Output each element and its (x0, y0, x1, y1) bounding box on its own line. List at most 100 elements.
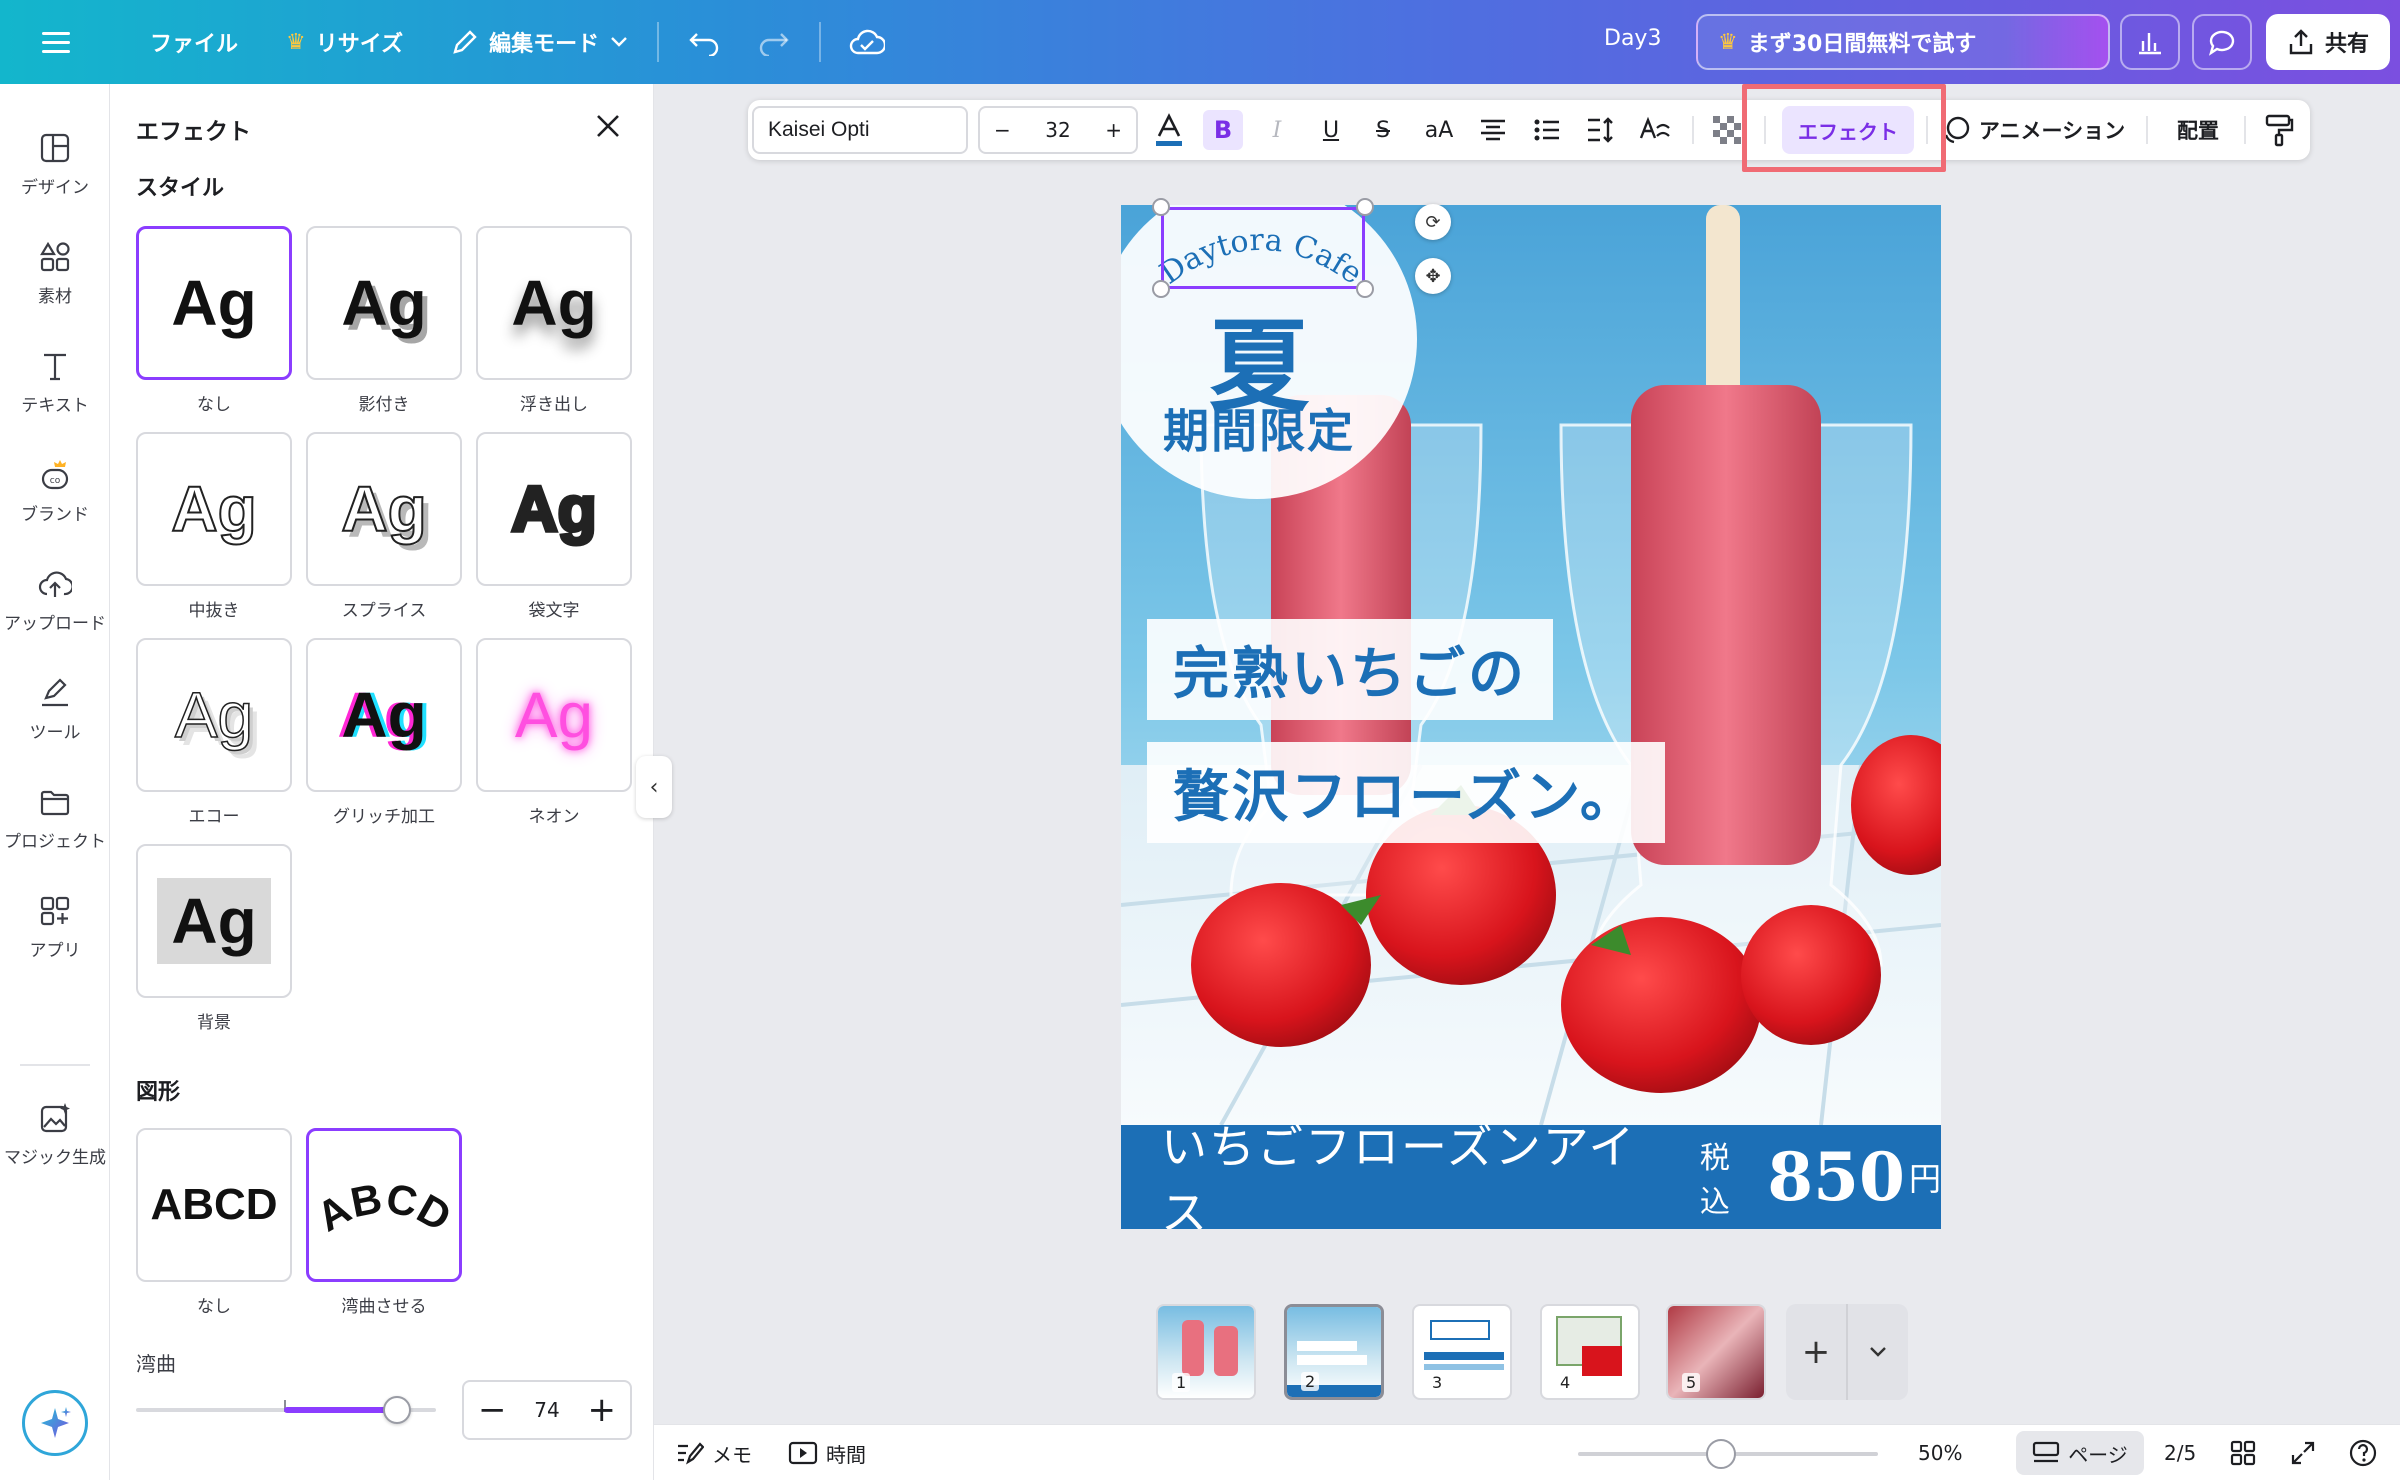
text-icon (44, 353, 66, 380)
price-banner[interactable]: いちごフローズンアイス 税込 850 円 (1121, 1120, 1941, 1229)
upload-share-icon (2289, 29, 2313, 55)
add-page-options-button[interactable] (1846, 1304, 1908, 1400)
style-tile-neon[interactable]: Ag (476, 638, 632, 792)
style-tile-splice[interactable]: Ag (306, 432, 462, 586)
style-tile-shadow[interactable]: Ag (306, 226, 462, 380)
page-view-button[interactable]: ページ (2016, 1431, 2144, 1475)
rail-item-tools[interactable]: ツール (0, 659, 110, 759)
rail-item-magic-media[interactable]: マジック生成 (0, 1084, 110, 1184)
style-tile-outline[interactable]: Ag (476, 432, 632, 586)
insights-button[interactable] (2120, 14, 2180, 70)
position-button[interactable]: 配置 (2156, 100, 2240, 160)
rail-item-design[interactable]: デザイン (0, 114, 110, 214)
align-center-icon (1481, 119, 1505, 141)
rail-label: ツール (29, 722, 81, 743)
menu-button[interactable] (30, 14, 84, 70)
effects-panel: エフェクト スタイル Ag なし Ag 影付き Ag 浮き出し Ag 中抜き A… (110, 84, 654, 1480)
font-size-value[interactable]: 32 (1045, 118, 1070, 142)
thumbnail-graphic (1297, 1341, 1357, 1351)
copy-style-button[interactable] (2252, 100, 2306, 160)
grid-view-button[interactable] (2230, 1425, 2256, 1480)
style-tile-none[interactable]: Ag (136, 226, 292, 380)
divider (2146, 116, 2148, 144)
rail-item-brand[interactable]: co ブランド (0, 441, 110, 541)
animate-button[interactable]: アニメーション (1938, 100, 2128, 160)
align-button[interactable] (1470, 100, 1516, 160)
page-indicator[interactable]: 2/5 (2164, 1425, 2196, 1480)
curve-slider-thumb[interactable] (383, 1396, 411, 1424)
curved-text-preview: ABCD (314, 1174, 454, 1240)
style-tile-hollow[interactable]: Ag (136, 432, 292, 586)
rail-item-text[interactable]: テキスト (0, 332, 110, 432)
save-status-button[interactable] (831, 14, 903, 70)
increase-font-size-button[interactable]: + (1105, 118, 1122, 142)
shape-tile-none[interactable]: ABCD (136, 1128, 292, 1282)
panel-title: エフェクト (136, 119, 251, 145)
page-thumbnail[interactable]: 1 (1156, 1304, 1256, 1400)
edit-mode-dropdown[interactable]: 編集モード (433, 14, 647, 70)
strikethrough-icon: S (1376, 117, 1390, 143)
comments-button[interactable] (2192, 14, 2252, 70)
font-family-dropdown[interactable]: Kaisei Opti (752, 106, 968, 154)
redo-button[interactable] (739, 14, 809, 70)
rail-item-projects[interactable]: プロジェクト (0, 768, 110, 868)
page-thumbnail[interactable]: 3 (1412, 1304, 1512, 1400)
curve-value[interactable]: 74 (534, 1398, 559, 1422)
undo-button[interactable] (669, 14, 739, 70)
file-menu-button[interactable]: ファイル (132, 14, 256, 70)
increase-button[interactable]: + (587, 1393, 616, 1427)
resize-handle[interactable] (1152, 280, 1170, 298)
zoom-slider-thumb[interactable] (1706, 1439, 1736, 1469)
list-button[interactable] (1524, 100, 1570, 160)
letter-case-button[interactable]: aA (1412, 100, 1466, 160)
close-icon[interactable] (590, 108, 626, 144)
spacing-button[interactable] (1578, 100, 1624, 160)
document-title[interactable]: Day3 (1604, 26, 1661, 51)
design-page[interactable]: Daytora Cafe 夏 期間限定 完熟いちごの 贅沢フローズン。 いちごフ… (1121, 205, 1941, 1229)
effects-button[interactable]: エフェクト (1782, 106, 1914, 154)
underline-button[interactable]: U (1308, 100, 1354, 160)
fullscreen-button[interactable] (2290, 1425, 2316, 1480)
resize-handle[interactable] (1356, 198, 1374, 216)
decrease-font-size-button[interactable]: − (994, 118, 1011, 142)
transparency-button[interactable] (1704, 100, 1750, 160)
page-thumbnail-current[interactable]: 2 (1284, 1304, 1384, 1400)
strikethrough-button[interactable]: S (1360, 100, 1406, 160)
rotate-button[interactable]: ⟳ (1415, 204, 1451, 240)
style-tile-glitch[interactable]: Ag (306, 638, 462, 792)
collapse-panel-button[interactable]: ‹ (636, 756, 672, 818)
headline-line-2[interactable]: 贅沢フローズン。 (1147, 742, 1665, 843)
page-thumbnail[interactable]: 5 (1666, 1304, 1766, 1400)
zoom-level[interactable]: 50% (1918, 1425, 1962, 1480)
apps-icon (40, 896, 70, 925)
move-button[interactable]: ✥ (1415, 258, 1451, 294)
italic-button[interactable]: I (1254, 100, 1300, 160)
style-tile-background[interactable]: Ag (136, 844, 292, 998)
rail-item-apps[interactable]: アプリ (0, 877, 110, 977)
vertical-text-button[interactable] (1632, 100, 1678, 160)
decrease-button[interactable]: − (478, 1393, 507, 1427)
free-trial-button[interactable]: ♛ まず30日間無料で試す (1696, 14, 2110, 70)
shape-preview: ABCD (150, 1180, 278, 1229)
limited-text[interactable]: 期間限定 (1163, 395, 1355, 461)
notes-button[interactable]: メモ (676, 1425, 752, 1480)
bold-button[interactable]: B (1200, 100, 1246, 160)
magic-assistant-button[interactable] (22, 1390, 88, 1456)
resize-handle[interactable] (1152, 198, 1170, 216)
style-tile-lift[interactable]: Ag (476, 226, 632, 380)
shape-tile-curve[interactable]: ABCD (306, 1128, 462, 1282)
page-thumbnail[interactable]: 4 (1540, 1304, 1640, 1400)
text-color-button[interactable] (1146, 100, 1192, 160)
rail-item-uploads[interactable]: アップロード (0, 550, 110, 650)
style-tile-echo[interactable]: Ag (136, 638, 292, 792)
resize-button[interactable]: ♛ リサイズ (268, 14, 421, 70)
add-page-button[interactable]: + (1786, 1304, 1846, 1400)
divider (2244, 116, 2246, 144)
resize-handle[interactable] (1356, 280, 1374, 298)
rail-item-elements[interactable]: 素材 (0, 223, 110, 323)
zoom-value: 50% (1918, 1441, 1963, 1465)
share-button[interactable]: 共有 (2266, 14, 2390, 70)
help-button[interactable] (2348, 1425, 2378, 1480)
timer-button[interactable]: 時間 (788, 1425, 866, 1480)
headline-line-1[interactable]: 完熟いちごの (1147, 619, 1553, 720)
